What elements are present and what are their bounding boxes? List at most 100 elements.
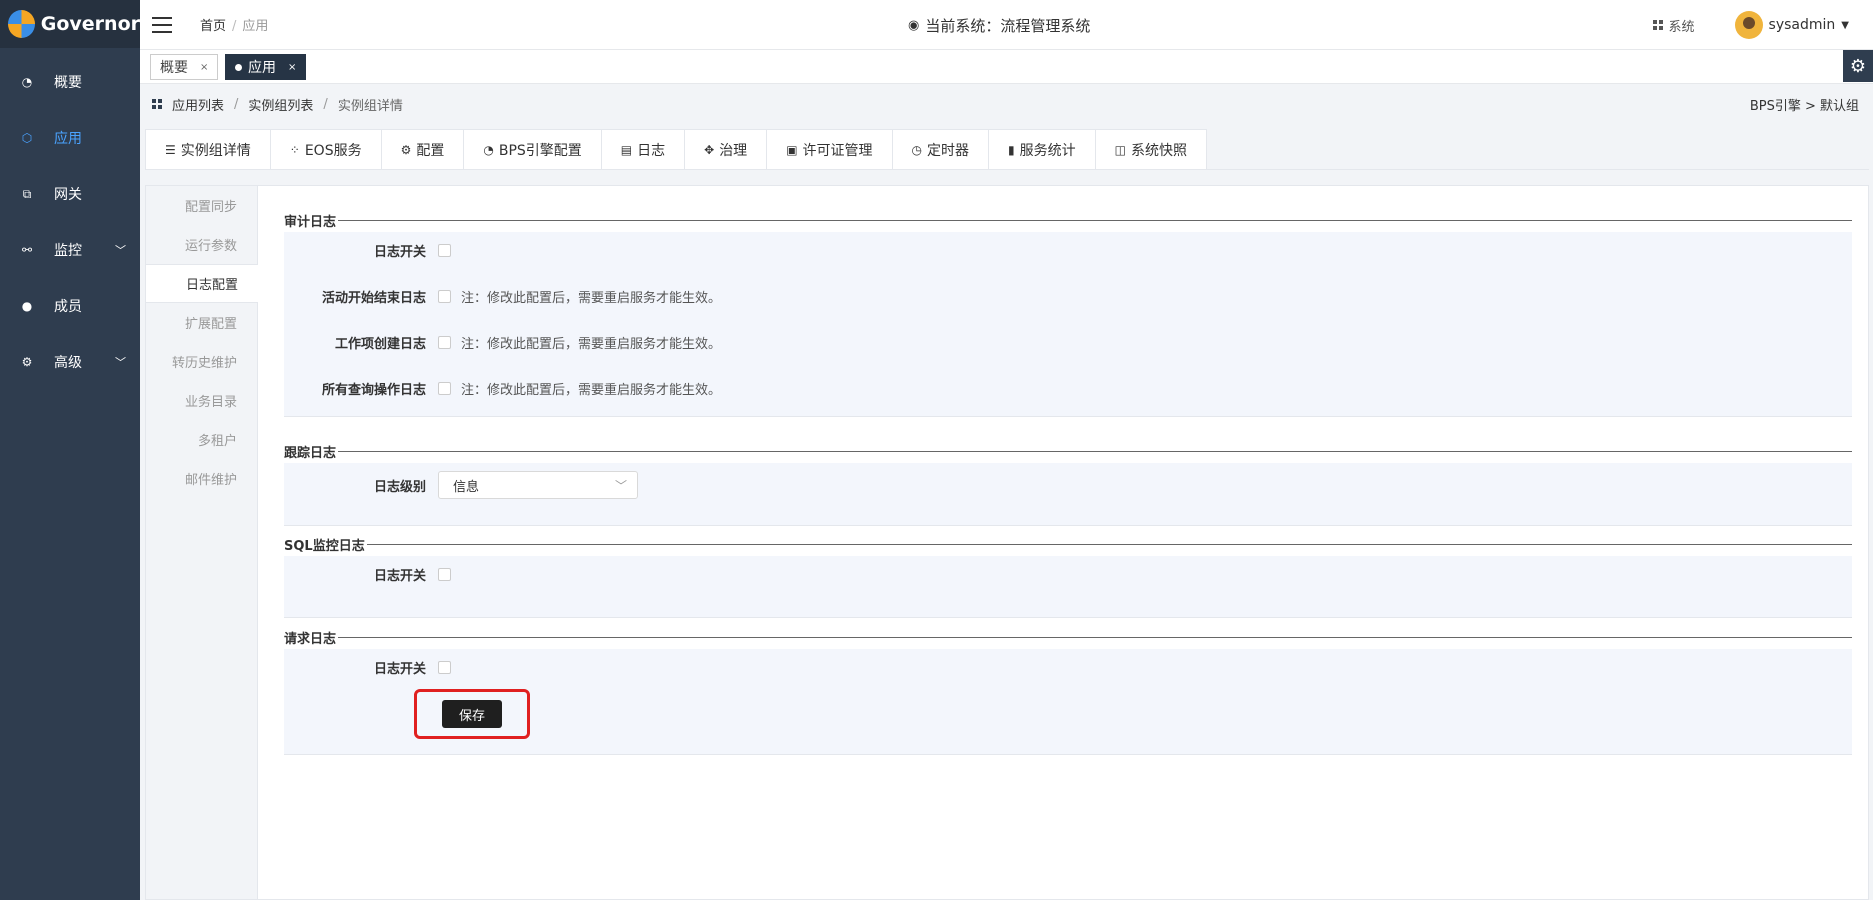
close-icon[interactable]: ×: [200, 62, 208, 73]
field-label: 日志开关: [373, 244, 426, 260]
activity-log-checkbox[interactable]: [438, 289, 451, 303]
tab-label: 日志: [637, 142, 666, 159]
section-title-text: 审计日志: [284, 211, 339, 230]
log-icon: ▤: [620, 142, 633, 157]
sql-log-switch-checkbox[interactable]: [438, 567, 451, 581]
tab-label: EOS服务: [304, 142, 362, 159]
chevron-down-icon: ﹀: [115, 356, 126, 369]
tab-label: 配置: [416, 142, 445, 159]
system-menu-label: 系统: [1668, 19, 1695, 35]
user-icon: ●: [21, 299, 33, 313]
section-sql: 日志开关: [284, 556, 1852, 618]
section-title-request: 请求日志: [284, 628, 1852, 647]
grid-icon: [152, 99, 162, 109]
workitem-log-checkbox[interactable]: [438, 335, 451, 349]
query-log-checkbox[interactable]: [438, 381, 451, 395]
tab-license[interactable]: ▣ 许可证管理: [767, 129, 893, 170]
log-level-row: 日志级别 信息 ﹀: [284, 471, 638, 499]
sidebar-item-label: 应用: [54, 131, 82, 147]
sidebar-item-members[interactable]: ● 成员: [0, 278, 140, 334]
save-button[interactable]: 保存: [442, 700, 502, 728]
field-label: 日志开关: [373, 568, 426, 584]
subnav-log-config[interactable]: 日志配置: [146, 264, 258, 303]
sidebar-item-gateway[interactable]: ⧉ 网关: [0, 166, 140, 222]
request-log-switch-checkbox[interactable]: [438, 660, 451, 674]
menu-toggle-icon[interactable]: [152, 16, 172, 33]
license-icon: ▣: [786, 142, 798, 157]
section-title-text: 跟踪日志: [284, 442, 339, 461]
field-label: 日志级别: [373, 479, 426, 495]
logo: Governor: [0, 0, 140, 48]
section-title-audit: 审计日志: [284, 211, 1852, 230]
sub-nav: 配置同步 运行参数 日志配置 扩展配置 转历史维护 业务目录 多租户 邮件维护: [146, 186, 258, 899]
section-title-text: 请求日志: [284, 628, 339, 647]
tab-label: 治理: [719, 142, 748, 159]
page-tab-label: 应用: [248, 60, 276, 76]
tab-config[interactable]: ⚙ 配置: [381, 129, 465, 170]
section-audit: 日志开关 活动开始结束日志 注：修改此配置后，需要重启服务才能生效。 工作项创建…: [284, 232, 1852, 417]
logo-icon: [8, 10, 35, 38]
grid-icon: [1652, 20, 1663, 30]
tab-system-snapshot[interactable]: ◫ 系统快照: [1095, 129, 1207, 170]
field-label: 活动开始结束日志: [321, 290, 426, 306]
sidebar-item-label: 概要: [54, 75, 82, 91]
page-tab-overview[interactable]: 概要 ×: [150, 54, 219, 80]
breadcrumb-home[interactable]: 首页: [200, 19, 226, 34]
sidebar: Governor ◔ 概要 ⬡ 应用 ⧉ 网关 ⚯ 监控 ﹀ ● 成员 ⚙ 高级…: [0, 0, 140, 900]
dashboard-icon: ◔: [21, 75, 33, 89]
subnav-business-catalog[interactable]: 业务目录: [146, 381, 257, 420]
tab-group-detail[interactable]: ☰ 实例组详情: [145, 129, 271, 170]
header-breadcrumb: 首页 / 应用: [200, 19, 269, 34]
clock-icon: ◷: [911, 142, 923, 157]
tab-timer[interactable]: ◷ 定时器: [892, 129, 990, 170]
close-icon[interactable]: ×: [288, 62, 296, 73]
engine-group-label: BPS引擎 > 默认组: [1749, 98, 1859, 114]
section-trace: 日志级别 信息 ﹀: [284, 463, 1852, 526]
breadcrumb-current: 应用: [242, 19, 269, 34]
app-name: Governor: [40, 13, 140, 35]
subnav-runtime-params[interactable]: 运行参数: [146, 225, 257, 264]
apps-icon: ⁘: [289, 142, 300, 157]
dashboard-icon: ◔: [483, 142, 494, 157]
section-title-sql: SQL监控日志: [284, 535, 1852, 554]
subnav-extension-config[interactable]: 扩展配置: [146, 303, 257, 342]
audit-log-switch-checkbox[interactable]: [438, 243, 451, 257]
log-level-select[interactable]: 信息 ﹀: [438, 471, 638, 499]
save-highlight: 保存: [414, 689, 530, 739]
tab-governance[interactable]: ✥ 治理: [685, 129, 768, 170]
page-tab-label: 概要: [160, 60, 188, 76]
page-tab-apps[interactable]: 应用 ×: [225, 54, 307, 80]
chevron-down-icon: ﹀: [115, 244, 126, 257]
subnav-mail-maintenance[interactable]: 邮件维护: [146, 459, 257, 498]
user-menu[interactable]: sysadmin ▼: [1734, 11, 1849, 39]
sidebar-item-label: 网关: [54, 187, 82, 203]
tab-bps-engine-config[interactable]: ◔ BPS引擎配置: [464, 129, 602, 170]
breadcrumb-app-list[interactable]: 应用列表: [172, 95, 224, 114]
breadcrumb-group-list[interactable]: 实例组列表: [248, 95, 313, 114]
sidebar-item-overview[interactable]: ◔ 概要: [0, 54, 140, 110]
settings-icon: ⚙: [21, 355, 33, 369]
bar-chart-icon: ▮: [1008, 142, 1015, 157]
tab-eos-service[interactable]: ⁘ EOS服务: [270, 129, 382, 170]
field-label: 日志开关: [373, 661, 426, 677]
field-label: 工作项创建日志: [334, 336, 426, 352]
sidebar-item-apps[interactable]: ⬡ 应用: [0, 110, 140, 166]
log-level-value: 信息: [453, 479, 480, 495]
sidebar-item-monitor[interactable]: ⚯ 监控 ﹀: [0, 222, 140, 278]
system-menu[interactable]: 系统: [1652, 16, 1695, 35]
tab-service-stats[interactable]: ▮ 服务统计: [989, 129, 1096, 170]
breadcrumb-group-detail: 实例组详情: [337, 98, 403, 114]
eye-icon: ◉: [908, 18, 920, 33]
subnav-config-sync[interactable]: 配置同步: [146, 186, 257, 225]
list-icon: ☰: [165, 142, 176, 157]
subnav-multi-tenant[interactable]: 多租户: [146, 420, 257, 459]
current-system-label: 当前系统：流程管理系统: [925, 17, 1091, 35]
tab-label: 服务统计: [1019, 142, 1076, 159]
tab-log[interactable]: ▤ 日志: [601, 129, 686, 170]
subnav-history-maintenance[interactable]: 转历史维护: [146, 342, 257, 381]
request-log-switch-row: 日志开关: [284, 657, 451, 677]
sidebar-item-advanced[interactable]: ⚙ 高级 ﹀: [0, 334, 140, 390]
query-log-row: 所有查询操作日志 注：修改此配置后，需要重启服务才能生效。: [284, 378, 721, 398]
settings-gear-icon[interactable]: ⚙: [1843, 50, 1873, 82]
page-tab-bar: 概要 × 应用 × ⚙: [140, 50, 1873, 84]
